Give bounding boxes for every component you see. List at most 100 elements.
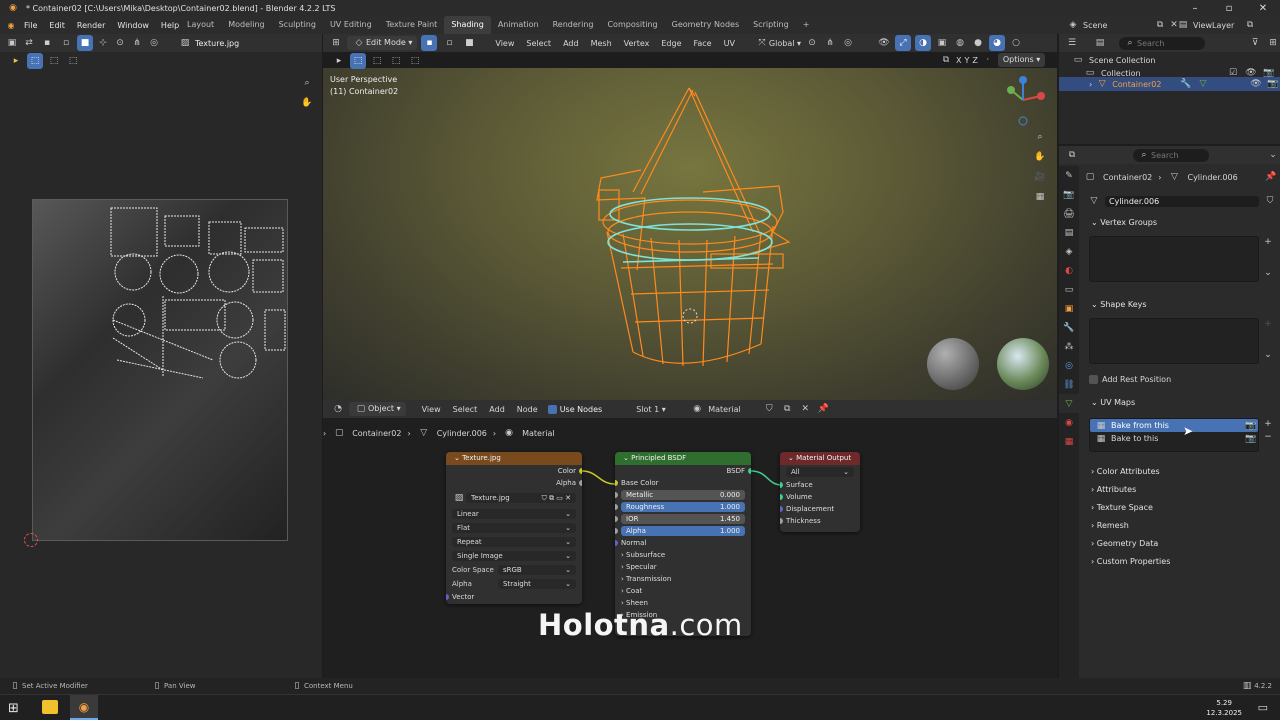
section-remesh[interactable]: › Remesh [1083, 517, 1278, 535]
fake-user-icon[interactable]: ⛉ [1263, 194, 1277, 208]
face-select-icon[interactable]: ■ [77, 35, 93, 51]
thickness-socket[interactable] [780, 518, 783, 524]
tab-compositing[interactable]: Compositing [600, 16, 664, 34]
outliner-container02[interactable]: › ▽ Container02 🔧 ▽ 👁 📷 [1059, 77, 1280, 91]
expand-icon[interactable]: › [1089, 80, 1092, 89]
roughness-field[interactable]: Roughness 1.000 [615, 501, 751, 513]
outliner-scene-collection[interactable]: ▭ Scene Collection [1071, 53, 1276, 67]
projection-select[interactable]: Flat ⌄ [446, 521, 582, 535]
cursor-tool-icon[interactable]: ▸ [8, 53, 24, 69]
file-explorer-icon[interactable] [42, 700, 58, 714]
invert-select-icon[interactable]: ⬚ [407, 53, 423, 69]
blender-menu-icon[interactable]: ◉ [4, 18, 18, 32]
vp-menu-vertex[interactable]: Vertex [618, 39, 656, 48]
shape-keys-list[interactable] [1089, 318, 1259, 364]
ior-socket[interactable] [615, 516, 618, 522]
tab-geometry-nodes[interactable]: Geometry Nodes [665, 16, 746, 34]
render-camera-icon[interactable]: 📷 [1266, 77, 1280, 91]
add-icon[interactable]: + [1261, 235, 1275, 249]
tab-uv-editing[interactable]: UV Editing [323, 16, 379, 34]
base-color-socket[interactable] [615, 480, 618, 486]
tab-collection[interactable]: ▭ [1059, 280, 1079, 299]
tab-texture[interactable]: ▦ [1059, 432, 1079, 451]
tab-sculpting[interactable]: Sculpting [272, 16, 323, 34]
color-space-select[interactable]: sRGB ⌄ [498, 565, 576, 575]
blender-task-icon[interactable]: ◉ [70, 695, 98, 720]
vp-menu-select[interactable]: Select [520, 39, 557, 48]
ortho-grid-icon[interactable]: ▦ [1033, 190, 1047, 204]
image-icon[interactable]: ▨ [452, 491, 466, 505]
add-icon[interactable]: + [1261, 317, 1275, 331]
pan-hand-icon[interactable]: ✋ [300, 96, 314, 110]
editor-type-icon[interactable]: ⧉ [1065, 148, 1079, 162]
tweak-tool-icon[interactable]: ▸ [331, 53, 347, 69]
normal-socket[interactable] [615, 540, 618, 546]
pin-icon[interactable]: 📌 [1264, 170, 1278, 184]
extension-select[interactable]: Repeat ⌄ [446, 535, 582, 549]
color-socket[interactable] [579, 468, 582, 474]
tab-object[interactable]: ▣ [1059, 299, 1079, 318]
image-texture-node[interactable]: ⌄ Texture.jpg Color Alpha ▨ Texture.jpg ⛉ … [446, 452, 582, 604]
chevron-down-icon[interactable]: ⌄ [1266, 148, 1280, 162]
mode-selector[interactable]: ◇ Edit Mode ▾ [347, 36, 418, 50]
vp-menu-mesh[interactable]: Mesh [585, 39, 618, 48]
alpha-mode-select[interactable]: Straight ⌄ [498, 579, 576, 589]
panel-coat[interactable]: › Coat [615, 585, 751, 597]
section-shape-keys[interactable]: ⌄ Shape Keys [1083, 296, 1278, 314]
modifier-icon[interactable]: 🔧 [1179, 77, 1193, 91]
tab-shading[interactable]: Shading [444, 16, 491, 34]
visibility-icon[interactable]: 👁 [877, 36, 891, 50]
tab-data[interactable]: ▽ [1059, 394, 1079, 413]
image-name[interactable]: Texture.jpg [195, 39, 239, 48]
copy-layer-icon[interactable]: ⧉ [1243, 18, 1257, 32]
uv-map-item-0[interactable]: ▦ Bake from this 📷 [1090, 419, 1258, 432]
displacement-socket[interactable] [780, 506, 783, 512]
edge-select-icon[interactable]: ▫ [58, 35, 74, 51]
face-mode-icon[interactable]: ■ [461, 35, 477, 51]
uv-map-item-1[interactable]: ▦ Bake to this 📷 [1090, 432, 1258, 445]
uv-2d-cursor[interactable] [24, 533, 38, 547]
navigation-gizmo[interactable] [1003, 74, 1049, 126]
render-camera-icon[interactable]: 📷 [1244, 432, 1258, 446]
pivot-point-icon[interactable]: ⊙ [805, 36, 819, 50]
editor-type-icon[interactable]: ☰ [1065, 36, 1079, 50]
box-select-icon[interactable]: ⬚ [350, 53, 366, 69]
snap-icon[interactable]: ⋔ [823, 36, 837, 50]
section-texture-space[interactable]: › Texture Space [1083, 499, 1278, 517]
image-field[interactable]: Texture.jpg ⛉ ⧉ ▭ ✕ [466, 493, 576, 503]
axis-z[interactable]: Z [972, 56, 977, 65]
target-select[interactable]: All ⌄ [780, 465, 860, 479]
tab-layout[interactable]: Layout [180, 16, 221, 34]
maximize-icon[interactable]: ▫ [1212, 3, 1246, 14]
camera-icon[interactable]: 🎥 [1033, 170, 1047, 184]
wireframe-shading-icon[interactable]: ◍ [953, 36, 967, 50]
extend-select-icon[interactable]: ⬚ [369, 53, 385, 69]
gizmo-icon[interactable]: ⤢ [895, 35, 912, 51]
overlay-icon[interactable]: ◑ [915, 35, 932, 51]
panel-transmission[interactable]: › Transmission [615, 573, 751, 585]
section-custom-properties[interactable]: › Custom Properties [1083, 553, 1278, 571]
subtract-select-icon[interactable]: ⬚ [388, 53, 404, 69]
tab-render[interactable]: 📷 [1059, 185, 1079, 204]
vertex-groups-list[interactable] [1089, 236, 1259, 282]
remove-icon[interactable]: − [1261, 430, 1275, 444]
vector-socket[interactable] [446, 594, 449, 600]
chevron-down-icon[interactable]: ⌄ [1261, 266, 1275, 280]
add-icon[interactable]: + [1261, 417, 1275, 431]
tab-constraints[interactable]: ⛓ [1059, 375, 1079, 394]
tab-rendering[interactable]: Rendering [546, 16, 601, 34]
material-output-node[interactable]: ⌄ Material Output All ⌄ Surface Volume Di… [780, 452, 860, 532]
select-box-icon[interactable]: ⬚ [27, 53, 43, 69]
add-workspace-icon[interactable]: + [796, 16, 817, 34]
vp-menu-add[interactable]: Add [557, 39, 585, 48]
tab-scene[interactable]: ◈ [1059, 242, 1079, 261]
tab-particles[interactable]: ⁂ [1059, 337, 1079, 356]
alpha-field[interactable]: Alpha 1.000 [615, 525, 751, 537]
solid-shading-icon[interactable]: ● [971, 36, 985, 50]
tab-modifiers[interactable]: 🔧 [1059, 318, 1079, 337]
properties-search-input[interactable]: ⌕ Search [1133, 148, 1209, 162]
section-geometry-data[interactable]: › Geometry Data [1083, 535, 1278, 553]
panel-specular[interactable]: › Specular [615, 561, 751, 573]
material-shading-icon[interactable]: ◕ [989, 35, 1006, 51]
display-mode-icon[interactable]: ▤ [1093, 36, 1107, 50]
